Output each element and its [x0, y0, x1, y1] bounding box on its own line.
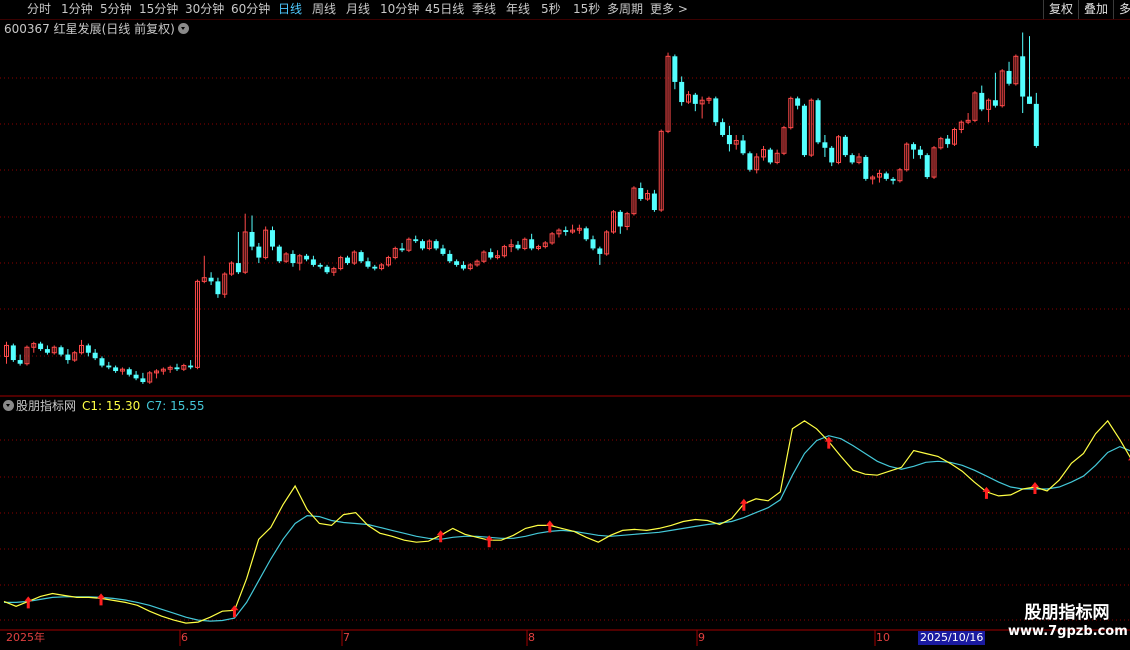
candle-body	[822, 142, 828, 148]
candle-body	[249, 231, 255, 247]
candle-body	[433, 241, 439, 249]
candle-body	[488, 252, 494, 258]
date-tick-label: 9	[698, 631, 705, 644]
date-tick-label: 6	[181, 631, 188, 644]
candle-body	[515, 244, 521, 249]
candle-body	[454, 261, 460, 265]
candle-body	[256, 246, 262, 258]
candle-body	[310, 259, 316, 265]
candle-body	[447, 253, 453, 262]
candle-body	[651, 193, 657, 211]
candle-body	[992, 100, 998, 106]
candle-body	[692, 94, 698, 104]
candle-body	[617, 211, 623, 227]
candle-body	[460, 264, 466, 269]
candle-body	[92, 352, 98, 359]
candle-body	[106, 365, 112, 368]
candle-body	[188, 365, 194, 368]
candle-body	[399, 248, 405, 251]
candle-body	[740, 140, 746, 154]
candle-body	[911, 144, 917, 150]
date-tick-label: 7	[343, 631, 350, 644]
candle-body	[1020, 56, 1026, 97]
candle-body	[563, 230, 569, 232]
candle-body	[1006, 70, 1012, 84]
candle-body	[126, 369, 132, 375]
signal-arrow-icon	[739, 498, 748, 511]
date-axis-highlight: 2025/10/16	[918, 631, 986, 645]
candle-body	[590, 239, 596, 249]
candle-body	[174, 367, 180, 370]
date-tick-label: 8	[528, 631, 535, 644]
candle-body	[672, 56, 678, 82]
candle-body	[420, 241, 426, 249]
candle-body	[679, 81, 685, 103]
candle-body	[10, 345, 16, 361]
candle-body	[324, 266, 330, 273]
candle-body	[365, 261, 371, 267]
kline-chart	[0, 32, 1130, 646]
candle-body	[65, 354, 71, 361]
candle-body	[215, 281, 221, 295]
date-tick-label: 2025年	[6, 631, 45, 644]
candle-body	[113, 367, 119, 372]
c7-value: C7: 15.55	[146, 399, 205, 413]
candle-body	[38, 343, 44, 350]
candle-body	[529, 239, 535, 249]
candle-body	[413, 239, 419, 242]
candle-body	[85, 345, 91, 353]
candle-body	[208, 277, 214, 282]
candle-body	[304, 255, 310, 260]
candle-body	[945, 138, 951, 145]
candle-body	[767, 149, 773, 163]
c1-value: C1: 15.30	[82, 399, 141, 413]
candle-body	[17, 360, 23, 364]
candle-body	[358, 252, 364, 262]
candle-body	[815, 100, 821, 143]
candle-body	[140, 378, 146, 383]
candle-body	[726, 134, 732, 145]
candle-body	[99, 358, 105, 366]
candle-body	[713, 98, 719, 123]
indicator-panel-title: 股朋指标网 C1: 15.30 C7: 15.55	[3, 398, 204, 414]
candle-body	[795, 98, 801, 106]
candle-body	[924, 155, 930, 178]
candle-body	[890, 178, 896, 181]
candle-body	[345, 257, 350, 264]
candle-body	[372, 266, 378, 269]
candle-body	[849, 155, 855, 163]
candle-body	[58, 347, 64, 355]
candle-body	[290, 253, 296, 264]
candle-body	[133, 374, 139, 379]
candle-body	[269, 230, 275, 247]
candle-body	[583, 228, 589, 240]
c7-line	[4, 435, 1130, 622]
date-tick-label: 10	[876, 631, 890, 644]
candle-body	[829, 147, 835, 163]
candle-body	[863, 156, 869, 179]
candle-body	[638, 188, 644, 200]
candle-body	[801, 105, 807, 156]
dropdown-icon[interactable]	[3, 400, 14, 411]
candle-body	[1033, 103, 1039, 146]
candle-body	[842, 136, 848, 156]
c1-line	[3, 419, 1130, 624]
candle-body	[317, 264, 323, 267]
candle-body	[276, 246, 282, 262]
candle-body	[720, 122, 726, 135]
candle-body	[747, 153, 753, 170]
candle-body	[917, 149, 923, 156]
indicator-name: 股朋指标网	[16, 399, 77, 413]
candle-body	[235, 263, 241, 273]
candle-body	[44, 349, 50, 353]
candle-body	[597, 248, 603, 254]
candle-body	[883, 173, 889, 179]
candle-body	[979, 92, 985, 110]
candle-body	[440, 248, 446, 254]
candle-body	[1027, 96, 1032, 104]
